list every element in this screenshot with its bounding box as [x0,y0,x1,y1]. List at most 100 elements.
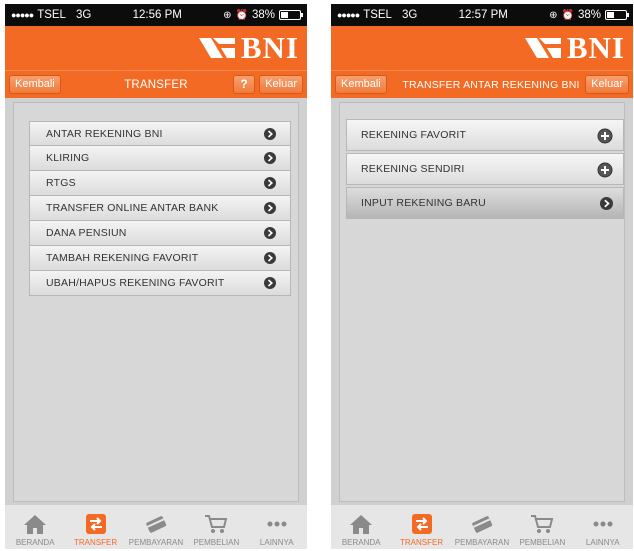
orientation-lock-icon: ⊕ [223,9,232,21]
tab-label: TRANSFER [74,538,118,547]
home-icon [350,515,373,534]
alarm-icon: ⏰ [235,9,248,21]
carrier-label: TSEL [363,9,392,21]
menu-item-label: UBAH/HAPUS REKENING FAVORIT [46,277,225,289]
signal-icon: ●●●●● [337,10,360,20]
tab-transfer[interactable]: TRANSFER [393,513,451,547]
brand-header: BNI [331,26,633,70]
arrow-right-icon [264,128,276,140]
exit-button[interactable]: Keluar [585,75,629,94]
tab-label: BERANDA [341,538,381,547]
content-panel: ANTAR REKENING BNI KLIRING RTGS TRANSFER… [13,102,299,502]
bottom-tab-bar: BERANDA TRANSFER PEMBAYARAN PEMBELIAN LA… [331,504,633,549]
nav-bar: Kembali TRANSFER ANTAR REKENING BNI Kelu… [331,70,633,98]
cart-icon [531,515,554,533]
arrow-right-icon [264,152,276,164]
tab-label: PEMBAYARAN [128,538,184,547]
logo-text: BNI [566,30,625,65]
clock: 12:57 PM [458,9,508,21]
bottom-tab-bar: BERANDA TRANSFER PEMBAYARAN PEMBELIAN LA… [5,504,307,549]
battery-percent: 38% [577,9,601,21]
menu-item-antar-rekening-bni[interactable]: ANTAR REKENING BNI [29,121,291,146]
bni-logo-mark-icon [524,38,561,58]
logo-text: BNI [240,30,299,65]
menu-item-ubah-hapus-rekening-favorit[interactable]: UBAH/HAPUS REKENING FAVORIT [29,271,291,296]
back-button[interactable]: Kembali [9,75,61,94]
account-type-menu: REKENING FAVORIT REKENING SENDIRI INPUT … [346,119,624,221]
menu-item-label: RTGS [46,177,76,189]
tab-lainnya[interactable]: LAINNYA [248,513,306,547]
tab-pembelian[interactable]: PEMBELIAN [513,513,571,547]
card-icon [146,516,167,533]
menu-item-label: REKENING FAVORIT [361,129,467,141]
plus-circle-icon [597,162,613,178]
tab-label: TRANSFER [400,538,444,547]
content-panel: REKENING FAVORIT REKENING SENDIRI INPUT … [339,102,625,502]
tab-pembelian[interactable]: PEMBELIAN [187,513,245,547]
back-button[interactable]: Kembali [335,75,387,94]
arrow-right-icon [264,227,276,239]
tab-pembayaran[interactable]: PEMBAYARAN [453,513,511,547]
status-bar: ●●●●● TSEL 3G 12:57 PM ⊕ ⏰ 38% [331,4,633,26]
home-icon [24,515,47,534]
tab-pembayaran[interactable]: PEMBAYARAN [127,513,185,547]
menu-item-input-rekening-baru[interactable]: INPUT REKENING BARU [346,187,624,219]
menu-item-rtgs[interactable]: RTGS [29,171,291,196]
more-icon [267,521,287,527]
menu-item-tambah-rekening-favorit[interactable]: TAMBAH REKENING FAVORIT [29,246,291,271]
bni-logo: BNI [197,32,299,64]
tab-label: PEMBAYARAN [454,538,510,547]
transfer-icon [85,514,106,534]
more-icon [593,521,613,527]
tab-lainnya[interactable]: LAINNYA [574,513,632,547]
tab-label: PEMBELIAN [193,538,240,547]
menu-item-rekening-favorit[interactable]: REKENING FAVORIT [346,119,624,151]
nav-bar: Kembali TRANSFER ? Keluar [5,70,307,98]
battery-icon [605,10,629,20]
network-label: 3G [401,9,418,21]
carrier-label: TSEL [37,9,66,21]
battery-icon [279,10,303,20]
arrow-right-icon [264,252,276,264]
menu-item-label: TAMBAH REKENING FAVORIT [46,252,199,264]
tab-label: LAINNYA [585,538,620,547]
bni-logo-mark-icon [198,38,235,58]
menu-item-label: DANA PENSIUN [46,227,127,239]
card-icon [472,516,493,533]
arrow-right-icon [264,202,276,214]
transfer-menu: ANTAR REKENING BNI KLIRING RTGS TRANSFER… [29,121,291,296]
phone-screen-transfer-antar-rekening: ●●●●● TSEL 3G 12:57 PM ⊕ ⏰ 38% BNI Kemba… [331,4,633,549]
menu-item-transfer-online-antar-bank[interactable]: TRANSFER ONLINE ANTAR BANK [29,196,291,221]
tab-transfer[interactable]: TRANSFER [67,513,125,547]
cart-icon [205,515,228,533]
brand-header: BNI [5,26,307,70]
exit-button[interactable]: Keluar [259,75,303,94]
plus-circle-icon [597,128,613,144]
tab-label: BERANDA [15,538,55,547]
menu-item-label: ANTAR REKENING BNI [46,127,163,140]
phone-screen-transfer: ●●●●● TSEL 3G 12:56 PM ⊕ ⏰ 38% BNI Kemba… [5,4,307,549]
help-button[interactable]: ? [233,75,255,94]
menu-item-dana-pensiun[interactable]: DANA PENSIUN [29,221,291,246]
battery-percent: 38% [251,9,275,21]
menu-item-rekening-sendiri[interactable]: REKENING SENDIRI [346,153,624,185]
menu-item-label: REKENING SENDIRI [361,163,465,175]
bni-logo: BNI [523,32,625,64]
tab-beranda[interactable]: BERANDA [6,513,64,547]
menu-item-kliring[interactable]: KLIRING [29,146,291,171]
menu-item-label: KLIRING [46,152,90,164]
tab-label: PEMBELIAN [519,538,566,547]
alarm-icon: ⏰ [561,9,574,21]
signal-icon: ●●●●● [11,10,34,20]
menu-item-label: INPUT REKENING BARU [361,197,486,209]
status-bar: ●●●●● TSEL 3G 12:56 PM ⊕ ⏰ 38% [5,4,307,26]
clock: 12:56 PM [132,9,182,21]
tab-label: LAINNYA [259,538,294,547]
tab-beranda[interactable]: BERANDA [332,513,390,547]
orientation-lock-icon: ⊕ [549,9,558,21]
arrow-right-icon [264,277,276,289]
arrow-right-icon [264,177,276,189]
transfer-icon [411,514,432,534]
arrow-right-icon [600,197,613,210]
menu-item-label: TRANSFER ONLINE ANTAR BANK [46,202,219,214]
